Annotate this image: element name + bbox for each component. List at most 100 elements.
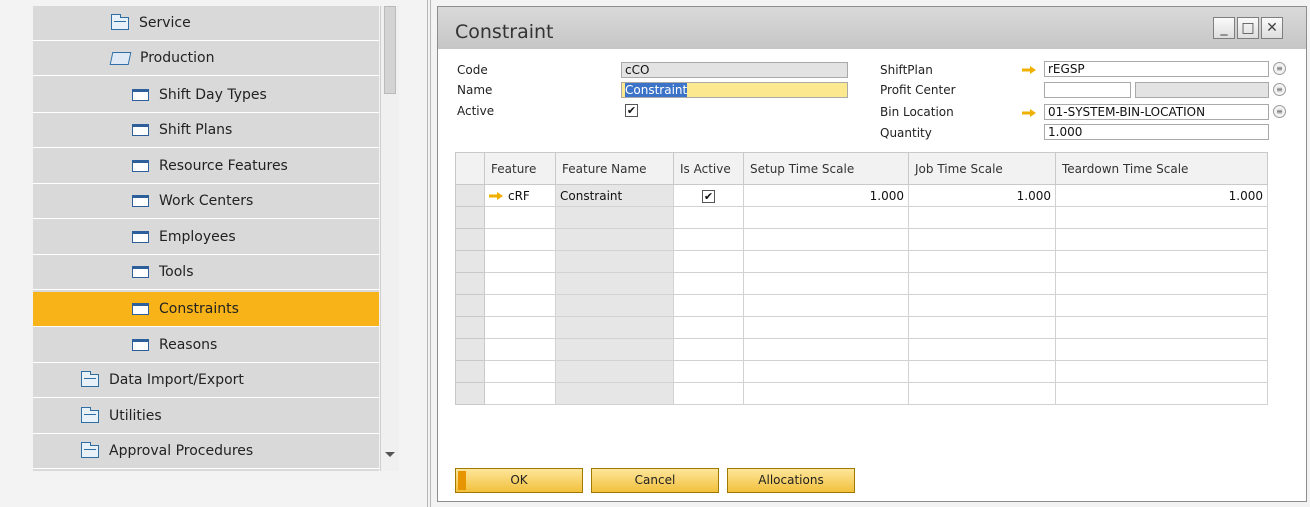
teardown-time-scale-cell[interactable] <box>1055 316 1268 339</box>
row-header[interactable] <box>455 184 485 207</box>
nav-item-production[interactable]: Production <box>33 41 379 76</box>
is-active-cell[interactable] <box>673 206 744 229</box>
job-time-scale-cell[interactable] <box>908 228 1056 251</box>
setup-time-scale-cell[interactable] <box>743 360 909 383</box>
setup-time-scale-cell[interactable] <box>743 338 909 361</box>
row-header[interactable] <box>455 272 485 295</box>
column-header-is-active[interactable]: Is Active <box>673 152 744 185</box>
is-active-cell[interactable] <box>673 382 744 405</box>
nav-item-utilities[interactable]: Utilities <box>33 399 379 434</box>
job-time-scale-cell[interactable] <box>908 316 1056 339</box>
setup-time-scale-cell[interactable] <box>743 206 909 229</box>
minimize-button[interactable]: _ <box>1213 17 1235 39</box>
link-arrow-icon[interactable] <box>1022 66 1036 74</box>
row-header[interactable] <box>455 316 485 339</box>
teardown-time-scale-cell[interactable] <box>1055 250 1268 273</box>
feature-cell[interactable] <box>484 338 556 361</box>
feature-cell[interactable] <box>484 272 556 295</box>
nav-item-service[interactable]: Service <box>33 6 379 41</box>
nav-item-data-import-export[interactable]: Data Import/Export <box>33 363 379 398</box>
row-header[interactable] <box>455 338 485 361</box>
maximize-button[interactable]: □ <box>1237 17 1259 39</box>
allocations-button[interactable]: Allocations <box>727 468 855 493</box>
nav-scrollbar[interactable] <box>380 6 399 471</box>
row-header[interactable] <box>455 228 485 251</box>
teardown-time-scale-cell[interactable] <box>1055 272 1268 295</box>
list-icon[interactable]: ≡ <box>1273 62 1286 75</box>
table-row[interactable] <box>455 316 1268 339</box>
teardown-time-scale-cell[interactable] <box>1055 382 1268 405</box>
feature-cell[interactable] <box>484 206 556 229</box>
code-field[interactable]: cCO <box>621 62 848 78</box>
shiftplan-field[interactable]: rEGSP <box>1044 61 1269 77</box>
is-active-cell[interactable] <box>673 294 744 317</box>
nav-item-resource-features[interactable]: Resource Features <box>33 149 379 184</box>
active-checkbox[interactable]: ✔ <box>625 104 638 117</box>
table-row[interactable] <box>455 360 1268 383</box>
table-row[interactable] <box>455 206 1268 229</box>
setup-time-scale-cell[interactable] <box>743 250 909 273</box>
job-time-scale-cell[interactable] <box>908 360 1056 383</box>
teardown-time-scale-cell[interactable]: 1.000 <box>1055 184 1268 207</box>
row-header[interactable] <box>455 250 485 273</box>
row-header[interactable] <box>455 294 485 317</box>
setup-time-scale-cell[interactable]: 1.000 <box>743 184 909 207</box>
column-header-teardown-time-scale[interactable]: Teardown Time Scale <box>1055 152 1268 185</box>
close-button[interactable]: ✕ <box>1261 17 1283 39</box>
scroll-down-arrow-icon[interactable] <box>385 452 395 457</box>
job-time-scale-cell[interactable] <box>908 206 1056 229</box>
is-active-cell[interactable]: ✔ <box>673 184 744 207</box>
teardown-time-scale-cell[interactable] <box>1055 360 1268 383</box>
teardown-time-scale-cell[interactable] <box>1055 294 1268 317</box>
job-time-scale-cell[interactable] <box>908 294 1056 317</box>
feature-cell[interactable] <box>484 228 556 251</box>
row-header[interactable] <box>455 360 485 383</box>
feature-cell[interactable] <box>484 316 556 339</box>
feature-cell[interactable] <box>484 382 556 405</box>
setup-time-scale-cell[interactable] <box>743 316 909 339</box>
quantity-field[interactable]: 1.000 <box>1044 124 1269 140</box>
column-header-job-time-scale[interactable]: Job Time Scale <box>908 152 1056 185</box>
list-icon[interactable]: ≡ <box>1273 83 1286 96</box>
feature-cell[interactable] <box>484 294 556 317</box>
link-arrow-icon[interactable] <box>489 192 503 200</box>
is-active-cell[interactable] <box>673 272 744 295</box>
job-time-scale-cell[interactable] <box>908 338 1056 361</box>
nav-item-shift-plans[interactable]: Shift Plans <box>33 113 379 148</box>
job-time-scale-cell[interactable] <box>908 382 1056 405</box>
table-row[interactable] <box>455 272 1268 295</box>
nav-item-employees[interactable]: Employees <box>33 220 379 255</box>
teardown-time-scale-cell[interactable] <box>1055 228 1268 251</box>
teardown-time-scale-cell[interactable] <box>1055 338 1268 361</box>
nav-item-shift-day-types[interactable]: Shift Day Types <box>33 78 379 113</box>
nav-item-reasons[interactable]: Reasons <box>33 328 379 363</box>
column-header-feature[interactable]: Feature <box>484 152 556 185</box>
link-arrow-icon[interactable] <box>1022 109 1036 117</box>
job-time-scale-cell[interactable] <box>908 272 1056 295</box>
table-row[interactable] <box>455 338 1268 361</box>
ok-button[interactable]: OK <box>455 468 583 493</box>
table-row[interactable]: cRF Constraint ✔ 1.000 1.000 1.000 <box>455 184 1268 207</box>
list-icon[interactable]: ≡ <box>1273 105 1286 118</box>
nav-item-constraints[interactable]: Constraints <box>33 292 379 327</box>
setup-time-scale-cell[interactable] <box>743 382 909 405</box>
is-active-cell[interactable] <box>673 360 744 383</box>
setup-time-scale-cell[interactable] <box>743 294 909 317</box>
row-header[interactable] <box>455 382 485 405</box>
job-time-scale-cell[interactable]: 1.000 <box>908 184 1056 207</box>
table-row[interactable] <box>455 250 1268 273</box>
is-active-cell[interactable] <box>673 338 744 361</box>
nav-item-work-centers[interactable]: Work Centers <box>33 184 379 219</box>
setup-time-scale-cell[interactable] <box>743 228 909 251</box>
feature-cell[interactable] <box>484 250 556 273</box>
splitter[interactable] <box>427 0 431 507</box>
table-row[interactable] <box>455 294 1268 317</box>
table-row[interactable] <box>455 228 1268 251</box>
feature-cell[interactable]: cRF <box>484 184 556 207</box>
row-header[interactable] <box>455 206 485 229</box>
is-active-cell[interactable] <box>673 228 744 251</box>
bin-location-field[interactable]: 01-SYSTEM-BIN-LOCATION <box>1044 104 1269 120</box>
table-row[interactable] <box>455 382 1268 405</box>
title-bar[interactable]: Constraint _ □ ✕ <box>438 7 1306 49</box>
cancel-button[interactable]: Cancel <box>591 468 719 493</box>
